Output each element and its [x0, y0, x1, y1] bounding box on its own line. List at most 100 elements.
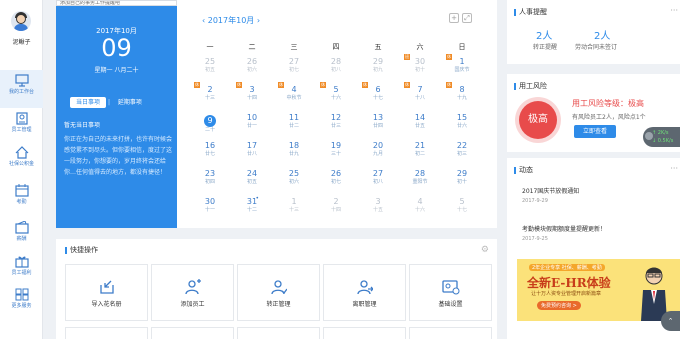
- calendar-day[interactable]: 14 廿五: [399, 108, 441, 134]
- expand-icon[interactable]: ⤢: [462, 13, 472, 23]
- scroll-top-button[interactable]: ⌃: [661, 311, 680, 331]
- calendar-day[interactable]: 5 十七: [441, 192, 483, 218]
- calendar-day[interactable]: 班 30 初十: [399, 52, 441, 78]
- lunar-date: 二十: [204, 127, 215, 133]
- calendar-day[interactable]: 休 1 国庆节: [441, 52, 483, 78]
- calendar-day[interactable]: 休 7 十八: [399, 80, 441, 106]
- more-icon[interactable]: ···: [670, 164, 678, 173]
- calendar-day[interactable]: 27 初八: [357, 164, 399, 190]
- calendar-day[interactable]: 21 初二: [399, 136, 441, 162]
- calendar-day[interactable]: 26 初七: [315, 164, 357, 190]
- calendar-day[interactable]: 4 十六: [399, 192, 441, 218]
- news-item[interactable]: 考勤模块假期额度量提醒更新！: [522, 224, 606, 233]
- news-title: 动态: [514, 167, 533, 174]
- calendar-day[interactable]: 2 十四: [315, 192, 357, 218]
- calendar-day[interactable]: 31 • 十二: [231, 192, 273, 218]
- calendar-day[interactable]: 24 初五: [231, 164, 273, 190]
- quick-import-button[interactable]: 导入花名册: [65, 264, 148, 321]
- nav-social[interactable]: 社保公积金: [0, 142, 43, 180]
- calendar-day[interactable]: 20 九月: [357, 136, 399, 162]
- calendar-day[interactable]: 1 十三: [273, 192, 315, 218]
- calendar-day[interactable]: 29 初九: [357, 52, 399, 78]
- calendar-day[interactable]: 28 初八: [315, 52, 357, 78]
- hr-stat-value[interactable]: 2人: [594, 27, 610, 42]
- gear-icon[interactable]: ⚙: [481, 245, 489, 255]
- calendar-day[interactable]: 10 廿一: [231, 108, 273, 134]
- day-number: 18: [288, 141, 300, 150]
- calendar-day[interactable]: 13 廿四: [357, 108, 399, 134]
- day-number: 31: [246, 197, 258, 206]
- nav-employee[interactable]: 员工管理: [0, 108, 43, 146]
- calendar-day[interactable]: 26 初六: [231, 52, 273, 78]
- calendar-day[interactable]: 19 三十: [315, 136, 357, 162]
- day-number: 5: [459, 197, 465, 206]
- lunar-date: 廿一: [246, 123, 257, 129]
- sidebar: 泥鳅子 我的工作台 员工管理 社保公积金 考勤 薪酬 员工福利 更多服务: [0, 0, 43, 339]
- calendar-day[interactable]: 3 十五: [357, 192, 399, 218]
- calendar-day[interactable]: 30 十一: [189, 192, 231, 218]
- nav-more[interactable]: 更多服务: [0, 284, 43, 322]
- calendar-day[interactable]: 23 初四: [189, 164, 231, 190]
- calendar-day[interactable]: 12 廿三: [315, 108, 357, 134]
- calendar-day[interactable]: 18 廿九: [273, 136, 315, 162]
- nav-salary[interactable]: 薪酬: [0, 217, 43, 255]
- calendar-day[interactable]: 28 重阳节: [399, 164, 441, 190]
- calendar-day[interactable]: 25 初六: [273, 164, 315, 190]
- calendar-day[interactable]: 11 廿二: [273, 108, 315, 134]
- add-user-icon: [184, 279, 201, 295]
- lunar-date: 初八: [330, 67, 341, 73]
- hr-stat-value[interactable]: 2人: [536, 27, 552, 42]
- lunar-date: 十五: [372, 207, 383, 213]
- desktop-icon: [14, 74, 29, 87]
- calendar-day[interactable]: 休 5 十六: [315, 80, 357, 106]
- lunar-date: 初五: [204, 67, 215, 73]
- quick-actions-title: 快捷操作: [65, 247, 98, 254]
- calendar-day[interactable]: 休 6 十七: [357, 80, 399, 106]
- banner-cta-button[interactable]: 免费预约咨询 >: [537, 301, 581, 310]
- weekday-header: 六: [416, 43, 424, 51]
- day-number: 28: [414, 169, 426, 178]
- nav-workbench[interactable]: 我的工作台: [0, 70, 43, 108]
- nav-attendance[interactable]: 考勤: [0, 180, 43, 218]
- quick-promote-button[interactable]: 转正管理: [237, 264, 320, 321]
- house-icon: [15, 146, 28, 159]
- calendar-day[interactable]: 27 初七: [273, 52, 315, 78]
- calendar-day[interactable]: 16 廿七: [189, 136, 231, 162]
- calendar-day[interactable]: 休 2 十三: [189, 80, 231, 106]
- add-event-icon[interactable]: +: [449, 13, 459, 23]
- calendar-day[interactable]: 25 初五: [189, 52, 231, 78]
- quick-resign-button[interactable]: 离职管理: [323, 264, 406, 321]
- tab-today-events[interactable]: 当日事项: [70, 97, 107, 108]
- day-number: 21: [414, 141, 426, 150]
- quick-label: 基础设置: [438, 301, 463, 308]
- lunar-date: 初十: [456, 179, 467, 185]
- news-item[interactable]: 2017国庆节放假通知: [522, 186, 579, 195]
- calendar-month-nav[interactable]: ‹ 2017年10月 ›: [177, 15, 317, 26]
- quick-add-employee-button[interactable]: 添加员工: [151, 264, 234, 321]
- calendar-day[interactable]: 休 8 十九: [441, 80, 483, 106]
- speed-ball-icon: [645, 132, 653, 140]
- wallet-icon: [14, 221, 29, 234]
- calendar-day[interactable]: 17 廿八: [231, 136, 273, 162]
- view-now-button[interactable]: 立即查看: [574, 125, 616, 138]
- nav-label: 我的工作台: [8, 89, 34, 95]
- calendar-day[interactable]: 9 二十: [189, 108, 231, 134]
- hr-stat-label: 转正提醒: [533, 44, 558, 51]
- day-number: 24: [246, 169, 258, 178]
- avatar[interactable]: [11, 11, 31, 31]
- day-number: 10: [246, 113, 258, 122]
- day-number: 25: [204, 57, 216, 66]
- calendar-day[interactable]: 休 3 十四: [231, 80, 273, 106]
- calendar-day[interactable]: 休 4 中秋节: [273, 80, 315, 106]
- tab-late-events[interactable]: 延期事项: [112, 97, 148, 108]
- day-number: 17: [246, 141, 258, 150]
- lunar-date: 十七: [456, 207, 467, 213]
- quick-settings-button[interactable]: 基础设置: [409, 264, 492, 321]
- calendar-day[interactable]: 15 廿六: [441, 108, 483, 134]
- promo-banner[interactable]: 2年企业专享 社保、薪酬、考勤 全新E-HR体验 让十万人资专业管理开启新篇章 …: [517, 259, 680, 321]
- hr-reminder-panel: 人事提醒 ··· 2人 转正提醒 2人 劳动合同未签订: [507, 0, 680, 64]
- more-icon[interactable]: ···: [670, 6, 678, 15]
- calendar-day[interactable]: 22 初三: [441, 136, 483, 162]
- lunar-date: 九月: [372, 151, 383, 157]
- calendar-day[interactable]: 29 初十: [441, 164, 483, 190]
